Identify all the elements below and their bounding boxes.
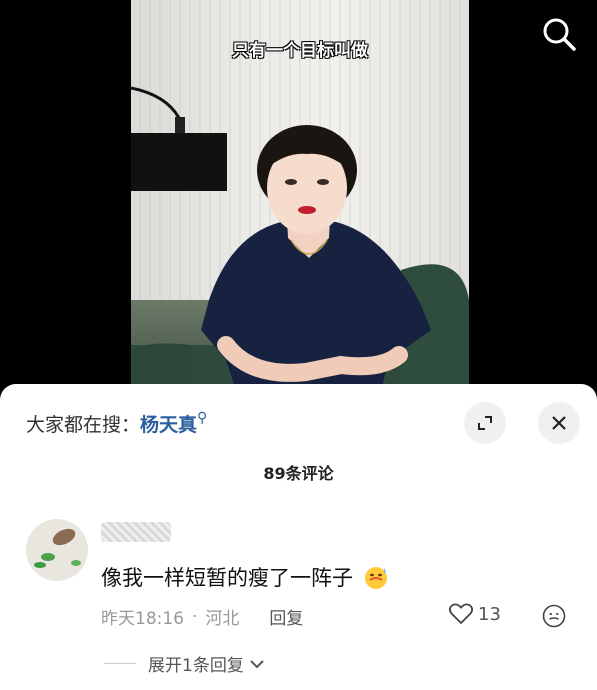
- comment-location: 河北: [205, 609, 240, 629]
- close-icon: [552, 416, 566, 430]
- username-blurred[interactable]: [101, 522, 171, 542]
- reply-button[interactable]: 回复: [269, 604, 303, 629]
- video-player[interactable]: 只有一个目标叫做: [0, 0, 597, 400]
- expand-replies-button[interactable]: 展开1条回复: [104, 651, 266, 676]
- comment-count: 89条评论: [263, 464, 334, 483]
- comment-body: 像我一样短暂的瘦了一阵子: [101, 566, 353, 590]
- comment-time: 昨天18:16: [101, 609, 184, 629]
- avatar[interactable]: [26, 519, 88, 581]
- hot-search-bar[interactable]: 大家都在搜：杨天真⚲: [26, 410, 207, 437]
- sweat-emoji-icon: [364, 567, 387, 589]
- emoji-face-icon: [542, 604, 566, 628]
- small-search-icon: ⚲: [197, 410, 208, 426]
- search-icon: [543, 18, 576, 51]
- fullscreen-icon: [478, 416, 492, 430]
- avatar-image: [34, 528, 81, 568]
- hot-search-label: 大家都在搜：: [26, 414, 141, 436]
- like-count: 13: [478, 603, 501, 625]
- search-button[interactable]: [539, 14, 579, 54]
- comment-sheet: 大家都在搜：杨天真⚲ 89条评论 像我一样短暂的瘦了一阵子 昨天18:16 · …: [0, 384, 597, 690]
- like-button[interactable]: 13: [448, 602, 501, 626]
- emoji-reaction-button[interactable]: [541, 603, 567, 633]
- chevron-down-icon: [250, 659, 264, 668]
- close-button[interactable]: [538, 402, 580, 444]
- fullscreen-button[interactable]: [464, 402, 506, 444]
- comment-text: 像我一样短暂的瘦了一阵子: [101, 562, 390, 592]
- expand-replies-label: 展开1条回复: [148, 656, 244, 676]
- heart-icon: [448, 603, 474, 625]
- video-frame: 只有一个目标叫做: [131, 0, 469, 400]
- video-caption: 只有一个目标叫做: [232, 41, 368, 61]
- comment-meta: 昨天18:16 · 河北 回复: [101, 604, 303, 630]
- hot-search-keyword[interactable]: 杨天真: [140, 414, 197, 436]
- divider-line: [104, 663, 136, 664]
